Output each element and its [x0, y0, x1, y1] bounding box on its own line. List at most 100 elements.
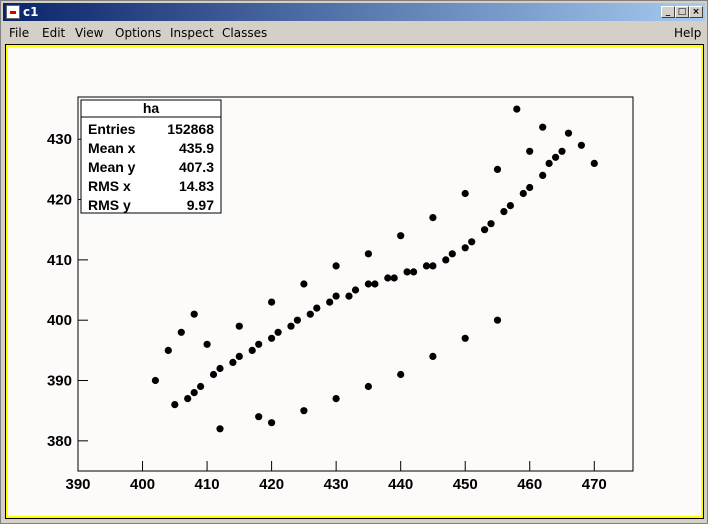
scatter-point — [313, 304, 321, 312]
scatter-point — [493, 165, 502, 173]
scatter-point — [513, 105, 521, 113]
menu-file[interactable]: File — [9, 26, 29, 40]
stats-title: ha — [143, 100, 160, 116]
x-tick-label: 400 — [130, 476, 155, 493]
menu-help[interactable]: Help — [674, 26, 701, 40]
menu-edit[interactable]: Edit — [42, 26, 65, 40]
scatter-point — [506, 202, 514, 210]
menu-classes[interactable]: Classes — [222, 26, 267, 40]
scatter-point — [326, 298, 334, 306]
x-tick-label: 460 — [517, 476, 542, 493]
scatter-point — [481, 226, 489, 234]
scatter-point — [229, 358, 237, 366]
scatter-point — [300, 280, 308, 288]
y-tick-label: 380 — [47, 433, 72, 450]
stats-label-mean-y: Mean y — [88, 159, 136, 175]
scatter-point — [371, 280, 379, 288]
scatter-point — [255, 340, 263, 348]
scatter-point — [274, 328, 282, 336]
scatter-point — [493, 316, 502, 324]
scatter-point — [461, 244, 469, 252]
scatter-point — [539, 171, 547, 179]
y-tick-label: 420 — [47, 192, 72, 209]
scatter-point — [164, 346, 172, 354]
scatter-point — [268, 419, 276, 427]
root-canvas-window: c1 _ □ × File Edit View Options Inspect … — [0, 0, 708, 524]
scatter-point — [203, 340, 211, 348]
window-title: c1 — [23, 5, 39, 19]
scatter-point — [364, 250, 372, 258]
stats-value-mean-x: 435.9 — [179, 140, 214, 156]
scatter-point — [442, 256, 450, 264]
scatter-point — [397, 370, 405, 379]
stats-label-rms-y: RMS y — [88, 197, 131, 213]
stats-value-mean-y: 407.3 — [179, 159, 214, 175]
scatter-point — [197, 382, 205, 391]
title-bar[interactable]: c1 _ □ × — [3, 3, 705, 21]
stats-box: ha Entries 152868 Mean x 435.9 Mean y 40… — [80, 99, 222, 214]
scatter-point — [448, 250, 456, 258]
scatter-point — [293, 316, 301, 324]
menu-options[interactable]: Options — [115, 26, 161, 40]
x-tick-label: 420 — [259, 476, 284, 493]
scatter-point — [397, 232, 405, 240]
y-tick-label: 400 — [47, 312, 72, 329]
scatter-point — [384, 274, 392, 282]
scatter-point — [268, 334, 276, 342]
scatter-plot[interactable]: 390 400 410 420 430 440 450 460 470 380 390 400 410 4… — [8, 47, 701, 516]
scatter-point — [590, 159, 598, 167]
scatter-point — [151, 376, 159, 385]
scatter-point — [332, 292, 340, 300]
canvas-frame: 390 400 410 420 430 440 450 460 470 380 390 400 410 4… — [5, 44, 704, 519]
scatter-point — [300, 407, 308, 415]
x-tick-label: 440 — [388, 476, 413, 493]
maximize-button[interactable]: □ — [675, 6, 689, 18]
scatter-point — [468, 238, 476, 246]
scatter-point — [461, 189, 469, 198]
scatter-point — [545, 159, 553, 167]
scatter-point — [268, 298, 276, 306]
minimize-button[interactable]: _ — [661, 6, 675, 18]
scatter-point — [364, 382, 372, 391]
scatter-point — [190, 389, 198, 397]
x-tick-label: 430 — [324, 476, 349, 493]
root-app-icon — [6, 5, 20, 19]
scatter-point — [429, 352, 437, 360]
menu-inspect[interactable]: Inspect — [170, 26, 214, 40]
scatter-point — [539, 123, 547, 131]
scatter-point — [216, 364, 224, 373]
scatter-point — [403, 268, 411, 276]
scatter-point — [364, 280, 372, 288]
y-tick-label: 410 — [47, 252, 72, 269]
plot-canvas[interactable]: 390 400 410 420 430 440 450 460 470 380 390 400 410 4… — [8, 47, 701, 516]
x-tick-label: 450 — [453, 476, 478, 493]
scatter-point — [429, 214, 437, 222]
scatter-point — [526, 147, 534, 155]
stats-value-rms-y: 9.97 — [187, 197, 214, 213]
scatter-point — [345, 292, 353, 300]
scatter-point — [500, 208, 508, 216]
stats-label-mean-x: Mean x — [88, 140, 136, 156]
scatter-point — [410, 268, 418, 276]
scatter-point — [209, 370, 218, 379]
scatter-point — [351, 286, 360, 294]
scatter-point — [235, 352, 243, 360]
scatter-point — [577, 141, 586, 149]
scatter-point — [461, 334, 469, 342]
scatter-point — [552, 153, 560, 161]
y-tick-label: 430 — [47, 131, 72, 148]
scatter-point — [255, 413, 263, 421]
scatter-point — [306, 310, 314, 318]
scatter-point — [184, 395, 192, 403]
stats-label-rms-x: RMS x — [88, 178, 131, 194]
x-tick-label: 470 — [582, 476, 607, 493]
scatter-point — [235, 322, 243, 330]
scatter-point — [248, 346, 256, 354]
scatter-point — [429, 262, 437, 270]
x-tick-label: 390 — [65, 476, 90, 493]
scatter-point — [171, 401, 179, 409]
close-button[interactable]: × — [689, 6, 703, 18]
scatter-point — [519, 189, 527, 198]
scatter-point — [190, 310, 198, 318]
menu-view[interactable]: View — [75, 26, 103, 40]
